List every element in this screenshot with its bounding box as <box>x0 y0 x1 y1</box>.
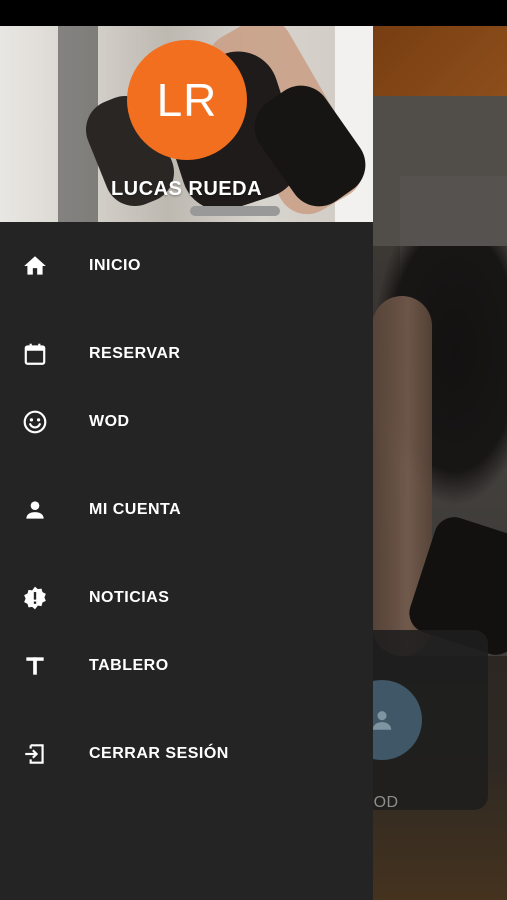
text-t-icon <box>22 653 48 679</box>
menu-item-inicio[interactable]: INICIO <box>0 236 373 296</box>
menu-item-cerrar-sesion[interactable]: CERRAR SESIÓN <box>0 724 373 784</box>
person-icon <box>22 497 48 523</box>
menu-item-noticias[interactable]: NOTICIAS <box>0 568 373 628</box>
menu-item-label: MI CUENTA <box>89 501 182 518</box>
menu-item-reservar[interactable]: RESERVAR <box>0 324 373 384</box>
navigation-drawer: LR LUCAS RUEDA INICIO RESERVAR WOD MI CU… <box>0 26 373 900</box>
user-name: LUCAS RUEDA <box>110 178 263 200</box>
menu-item-label: INICIO <box>89 257 141 274</box>
menu-item-label: NOTICIAS <box>89 589 170 606</box>
menu-item-wod[interactable]: WOD <box>0 392 373 452</box>
menu-item-mi-cuenta[interactable]: MI CUENTA <box>0 480 373 540</box>
smiley-icon <box>22 409 48 435</box>
header-photo-detail <box>190 206 280 216</box>
menu-item-label: RESERVAR <box>89 345 181 362</box>
user-avatar[interactable]: LR <box>127 40 247 160</box>
calendar-icon <box>22 341 48 367</box>
menu-item-label: TABLERO <box>89 657 169 674</box>
logout-icon <box>22 741 48 767</box>
alert-badge-icon <box>22 585 48 611</box>
home-icon <box>22 253 48 279</box>
menu-item-tablero[interactable]: TABLERO <box>0 636 373 696</box>
menu-item-label: WOD <box>89 413 130 430</box>
menu-item-label: CERRAR SESIÓN <box>89 745 229 762</box>
drawer-header: LR LUCAS RUEDA <box>0 26 373 222</box>
status-bar <box>0 0 507 26</box>
